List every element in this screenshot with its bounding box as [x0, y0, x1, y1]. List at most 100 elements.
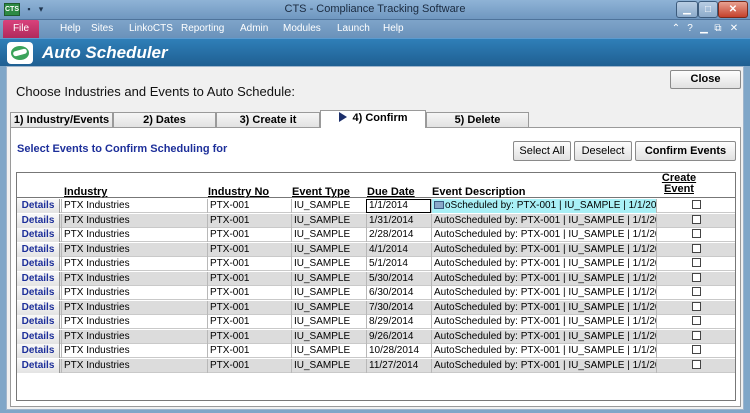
cell-due-date[interactable]: 5/1/2014 — [366, 257, 431, 271]
cell-industry-no[interactable]: PTX-001 — [207, 271, 291, 286]
create-event-checkbox[interactable] — [691, 214, 701, 224]
cell-industry[interactable]: PTX Industries — [61, 213, 207, 228]
cell-industry-no[interactable]: PTX-001 — [207, 286, 291, 300]
table-row[interactable]: Details PTX Industries PTX-001 IU_SAMPLE 9/2… — [17, 329, 735, 344]
select-all-button[interactable]: Select All — [513, 141, 571, 161]
details-button[interactable]: Details — [17, 358, 60, 373]
cell-industry[interactable]: PTX Industries — [61, 242, 207, 257]
cell-event-type[interactable]: IU_SAMPLE — [291, 228, 366, 242]
table-row[interactable]: Details PTX Industries PTX-001 IU_SAMPLE 5/1… — [17, 257, 735, 271]
cell-industry-no[interactable]: PTX-001 — [207, 300, 291, 315]
cell-industry-no[interactable]: PTX-001 — [207, 315, 291, 329]
col-industry[interactable]: Industry — [64, 186, 107, 198]
col-industry-no[interactable]: Industry No — [208, 186, 269, 198]
menu-reporting[interactable]: Reporting — [181, 20, 224, 38]
details-button[interactable]: Details — [17, 213, 60, 228]
cell-event-type[interactable]: IU_SAMPLE — [291, 358, 366, 373]
tab-industry-events[interactable]: 1) Industry/Events — [10, 112, 113, 127]
details-button[interactable]: Details — [17, 271, 60, 286]
cell-event-description[interactable]: AutoScheduled by: PTX-001 | IU_SAMPLE | … — [431, 344, 656, 358]
cell-industry[interactable]: PTX Industries — [61, 271, 207, 286]
cell-industry[interactable]: PTX Industries — [61, 344, 207, 358]
create-event-checkbox[interactable] — [691, 272, 701, 282]
cell-due-date[interactable]: 2/28/2014 — [366, 228, 431, 242]
confirm-events-button[interactable]: Confirm Events — [635, 141, 736, 161]
cell-event-type[interactable]: IU_SAMPLE — [291, 344, 366, 358]
tab-delete[interactable]: 5) Delete — [426, 112, 529, 127]
cell-industry-no[interactable]: PTX-001 — [207, 213, 291, 228]
menu-modules[interactable]: Modules — [283, 20, 321, 38]
cell-event-type[interactable]: IU_SAMPLE — [291, 315, 366, 329]
cell-industry[interactable]: PTX Industries — [61, 228, 207, 242]
table-row[interactable]: Details PTX Industries PTX-001 IU_SAMPLE 1/3… — [17, 213, 735, 228]
cell-event-description[interactable]: AutoScheduled by: PTX-001 | IU_SAMPLE | … — [431, 315, 656, 329]
table-row[interactable]: Details PTX Industries PTX-001 IU_SAMPLE 7/3… — [17, 300, 735, 315]
cell-event-description[interactable]: AutoScheduled by: PTX-001 | IU_SAMPLE | … — [431, 213, 656, 228]
create-event-checkbox[interactable] — [691, 243, 701, 253]
col-due-date[interactable]: Due Date — [367, 186, 415, 198]
minimize-button[interactable]: ▁ — [676, 1, 698, 18]
cell-due-date[interactable]: 1/31/2014 — [366, 213, 431, 228]
cell-industry[interactable]: PTX Industries — [61, 257, 207, 271]
details-button[interactable]: Details — [17, 344, 60, 358]
ribbon-collapse-icon[interactable]: ⌃ — [670, 22, 682, 36]
cell-industry[interactable]: PTX Industries — [61, 286, 207, 300]
help-icon[interactable]: ? — [684, 22, 696, 36]
tab-create-it[interactable]: 3) Create it — [216, 112, 320, 127]
table-row[interactable]: Details PTX Industries PTX-001 IU_SAMPLE 2/2… — [17, 228, 735, 242]
create-event-checkbox[interactable] — [691, 229, 701, 238]
create-event-checkbox[interactable] — [691, 301, 701, 311]
create-event-checkbox[interactable] — [691, 359, 701, 369]
menu-linkocts[interactable]: LinkoCTS — [129, 20, 173, 38]
cell-due-date[interactable]: 4/1/2014 — [366, 242, 431, 257]
create-event-checkbox[interactable] — [691, 200, 701, 209]
cell-industry[interactable]: PTX Industries — [61, 358, 207, 373]
cell-event-type[interactable]: IU_SAMPLE — [291, 271, 366, 286]
menu-help-left[interactable]: Help — [60, 20, 81, 38]
table-row[interactable]: Details PTX Industries PTX-001 IU_SAMPLE 11/… — [17, 358, 735, 373]
table-row[interactable]: Details PTX Industries PTX-001 IU_SAMPLE 1/1… — [17, 199, 735, 213]
table-row[interactable]: Details PTX Industries PTX-001 IU_SAMPLE 6/3… — [17, 286, 735, 300]
cell-event-type[interactable]: IU_SAMPLE — [291, 199, 366, 213]
tab-dates[interactable]: 2) Dates — [113, 112, 216, 127]
maximize-button[interactable]: □ — [698, 1, 718, 18]
cell-industry-no[interactable]: PTX-001 — [207, 329, 291, 344]
cell-event-type[interactable]: IU_SAMPLE — [291, 300, 366, 315]
cell-industry-no[interactable]: PTX-001 — [207, 228, 291, 242]
cell-event-description[interactable]: AutoScheduled by: PTX-001 | IU_SAMPLE | … — [431, 228, 656, 242]
cell-due-date[interactable]: 10/28/2014 — [366, 344, 431, 358]
close-window-button[interactable]: ✕ — [718, 1, 748, 18]
create-event-checkbox[interactable] — [691, 316, 701, 325]
cell-industry[interactable]: PTX Industries — [61, 329, 207, 344]
cell-due-date[interactable]: 6/30/2014 — [366, 286, 431, 300]
create-event-checkbox[interactable] — [691, 287, 701, 296]
cell-due-date[interactable]: 5/30/2014 — [366, 271, 431, 286]
cell-due-date[interactable]: 1/1/2014 — [366, 199, 431, 213]
cell-event-type[interactable]: IU_SAMPLE — [291, 286, 366, 300]
cell-due-date[interactable]: 11/27/2014 — [366, 358, 431, 373]
cell-event-type[interactable]: IU_SAMPLE — [291, 329, 366, 344]
col-create-event[interactable]: Create Event — [654, 173, 704, 195]
cell-due-date[interactable]: 7/30/2014 — [366, 300, 431, 315]
menu-file[interactable]: File — [3, 20, 39, 38]
cell-industry-no[interactable]: PTX-001 — [207, 199, 291, 213]
details-button[interactable]: Details — [17, 300, 60, 315]
create-event-checkbox[interactable] — [691, 345, 701, 354]
cell-event-description[interactable]: AutoScheduled by: PTX-001 | IU_SAMPLE | … — [431, 358, 656, 373]
menu-sites[interactable]: Sites — [91, 20, 113, 38]
create-event-checkbox[interactable] — [691, 258, 701, 267]
tab-confirm[interactable]: 4) Confirm — [320, 110, 426, 128]
cell-event-description[interactable]: AutoScheduled by: PTX-001 | IU_SAMPLE | … — [431, 329, 656, 344]
cell-event-description[interactable]: AutoScheduled by: PTX-001 | IU_SAMPLE | … — [431, 286, 656, 300]
close-inner-icon[interactable]: ✕ — [728, 22, 740, 36]
cell-event-description[interactable]: AutoScheduled by: PTX-001 | IU_SAMPLE | … — [431, 242, 656, 257]
col-event-type[interactable]: Event Type — [292, 186, 350, 198]
cell-event-type[interactable]: IU_SAMPLE — [291, 257, 366, 271]
window-inner-icon[interactable]: ⧉ — [712, 22, 724, 36]
cell-event-description[interactable]: AutoScheduled by: PTX-001 | IU_SAMPLE | … — [431, 257, 656, 271]
menu-launch[interactable]: Launch — [337, 20, 370, 38]
table-row[interactable]: Details PTX Industries PTX-001 IU_SAMPLE 8/2… — [17, 315, 735, 329]
cell-industry-no[interactable]: PTX-001 — [207, 344, 291, 358]
details-button[interactable]: Details — [17, 257, 60, 271]
details-button[interactable]: Details — [17, 242, 60, 257]
